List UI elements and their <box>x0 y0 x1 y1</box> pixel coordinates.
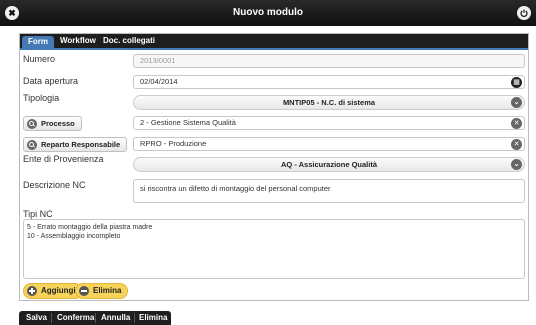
tipologia-label: Tipologia <box>23 93 60 103</box>
annulla-button[interactable]: Annulla <box>101 311 130 325</box>
processo-value: 2 - Gestione Sistema Qualità <box>140 118 236 127</box>
elimina-list-button[interactable]: Elimina <box>75 283 129 299</box>
descrizione-label: Descrizione NC <box>23 180 86 190</box>
salva-button[interactable]: Salva <box>26 311 47 325</box>
tipi-nc-label: Tipi NC <box>23 209 53 219</box>
title-bar: ✖ Nuovo modulo <box>0 0 536 26</box>
numero-field: 2013/0001 <box>133 54 525 68</box>
data-apertura-label: Data apertura <box>23 76 79 86</box>
aggiungi-button[interactable]: Aggiungi <box>23 283 83 299</box>
tipologia-value: MNTIP05 - N.C. di sistema <box>282 98 376 107</box>
tab-workflow[interactable]: Workflow <box>60 34 96 48</box>
tab-form[interactable]: Form <box>22 36 54 48</box>
calendar-icon[interactable]: ▦ <box>511 77 522 88</box>
search-icon <box>27 140 37 150</box>
reparto-field[interactable]: RPRO - Produzione ✕ <box>133 137 525 151</box>
clear-icon[interactable]: ✕ <box>511 118 522 129</box>
separator <box>95 313 96 323</box>
reparto-button[interactable]: Reparto Responsabile <box>23 137 128 152</box>
elimina-list-label: Elimina <box>93 286 122 295</box>
reparto-value: RPRO - Produzione <box>140 139 207 148</box>
chevron-down-icon[interactable]: ⌄ <box>511 159 522 170</box>
data-apertura-value: 02/04/2014 <box>140 77 178 86</box>
window-title: Nuovo modulo <box>233 7 303 18</box>
tipi-nc-list[interactable]: 5 - Errato montaggio della piastra madre… <box>23 219 525 279</box>
search-icon <box>27 119 37 129</box>
bottom-action-bar: Salva Conferma Annulla Elimina <box>19 311 171 325</box>
power-icon[interactable] <box>517 6 531 20</box>
conferma-button[interactable]: Conferma <box>57 311 94 325</box>
aggiungi-label: Aggiungi <box>41 286 76 295</box>
clear-icon[interactable]: ✕ <box>511 139 522 150</box>
minus-icon <box>79 286 89 296</box>
list-item[interactable]: 5 - Errato montaggio della piastra madre <box>27 223 521 232</box>
descrizione-textarea[interactable]: si riscontra un difetto di montaggio del… <box>133 179 525 203</box>
data-apertura-field[interactable]: 02/04/2014 ▦ <box>133 75 525 89</box>
numero-label: Numero <box>23 54 56 64</box>
processo-button[interactable]: Processo <box>23 116 82 131</box>
separator <box>134 313 135 323</box>
separator <box>51 313 52 323</box>
ente-select[interactable]: AQ - Assicurazione Qualità ⌄ <box>133 157 525 172</box>
ente-label: Ente di Provenienza <box>23 154 104 164</box>
elimina-button[interactable]: Elimina <box>139 311 167 325</box>
form-panel: Form Workflow Doc. collegati Numero 2013… <box>19 33 529 301</box>
tab-doc-collegati[interactable]: Doc. collegati <box>103 34 155 48</box>
tab-bar: Form Workflow Doc. collegati <box>20 34 528 48</box>
ente-value: AQ - Assicurazione Qualità <box>281 160 377 169</box>
tipologia-select[interactable]: MNTIP05 - N.C. di sistema ⌄ <box>133 95 525 110</box>
plus-icon <box>27 286 37 296</box>
processo-button-label: Processo <box>41 119 75 128</box>
processo-field[interactable]: 2 - Gestione Sistema Qualità ✕ <box>133 116 525 130</box>
chevron-down-icon[interactable]: ⌄ <box>511 97 522 108</box>
list-item[interactable]: 10 - Assemblaggio incompleto <box>27 232 521 241</box>
reparto-button-label: Reparto Responsabile <box>41 140 121 149</box>
tab-underline <box>20 48 528 50</box>
